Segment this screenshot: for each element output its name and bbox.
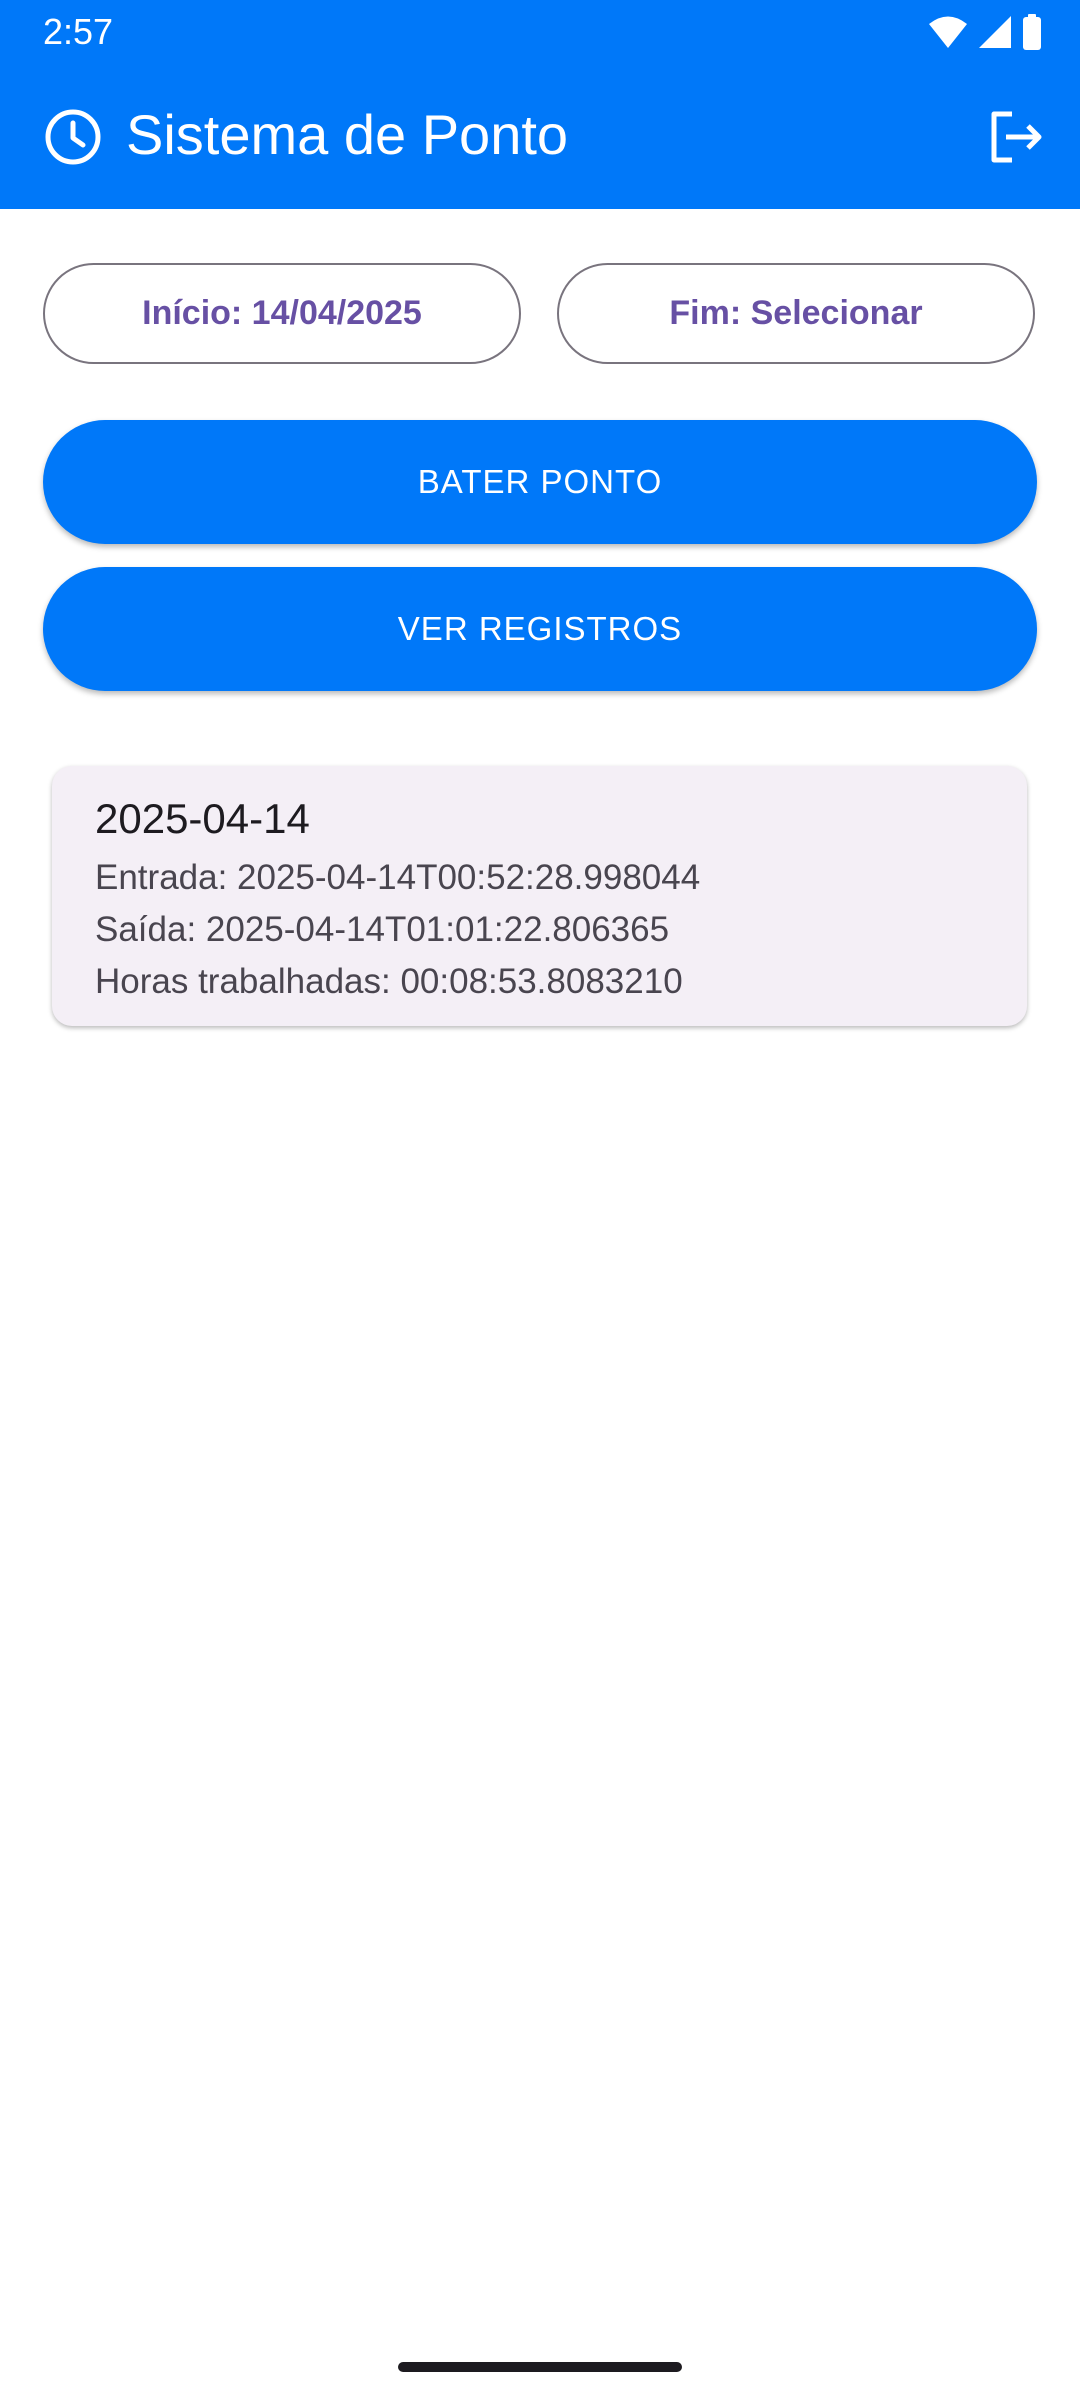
record-exit-time: Saída: 2025-04-14T01:01:22.806365 xyxy=(95,910,670,949)
clock-in-button[interactable]: BATER PONTO xyxy=(43,420,1037,544)
battery-icon xyxy=(1023,14,1041,50)
app-bar: 2:57 Sistema de Ponto xyxy=(0,0,1080,209)
clock-icon xyxy=(45,109,101,165)
logout-icon[interactable] xyxy=(986,108,1044,166)
record-date: 2025-04-14 xyxy=(95,795,310,842)
record-entry-time: Entrada: 2025-04-14T00:52:28.998044 xyxy=(95,858,701,897)
status-time: 2:57 xyxy=(43,11,114,52)
view-records-button[interactable]: VER REGISTROS xyxy=(43,567,1037,691)
end-date-button[interactable]: Fim: Selecionar xyxy=(557,263,1035,364)
page-title: Sistema de Ponto xyxy=(126,103,569,166)
status-icons xyxy=(928,12,1042,52)
record-card: 2025-04-14 Entrada: 2025-04-14T00:52:28.… xyxy=(52,766,1027,1026)
start-date-button[interactable]: Início: 14/04/2025 xyxy=(43,263,521,364)
record-hours-worked: Horas trabalhadas: 00:08:53.8083210 xyxy=(95,962,683,1001)
signal-icon xyxy=(979,16,1011,48)
wifi-icon xyxy=(929,16,967,48)
gesture-nav-handle[interactable] xyxy=(398,2362,682,2372)
